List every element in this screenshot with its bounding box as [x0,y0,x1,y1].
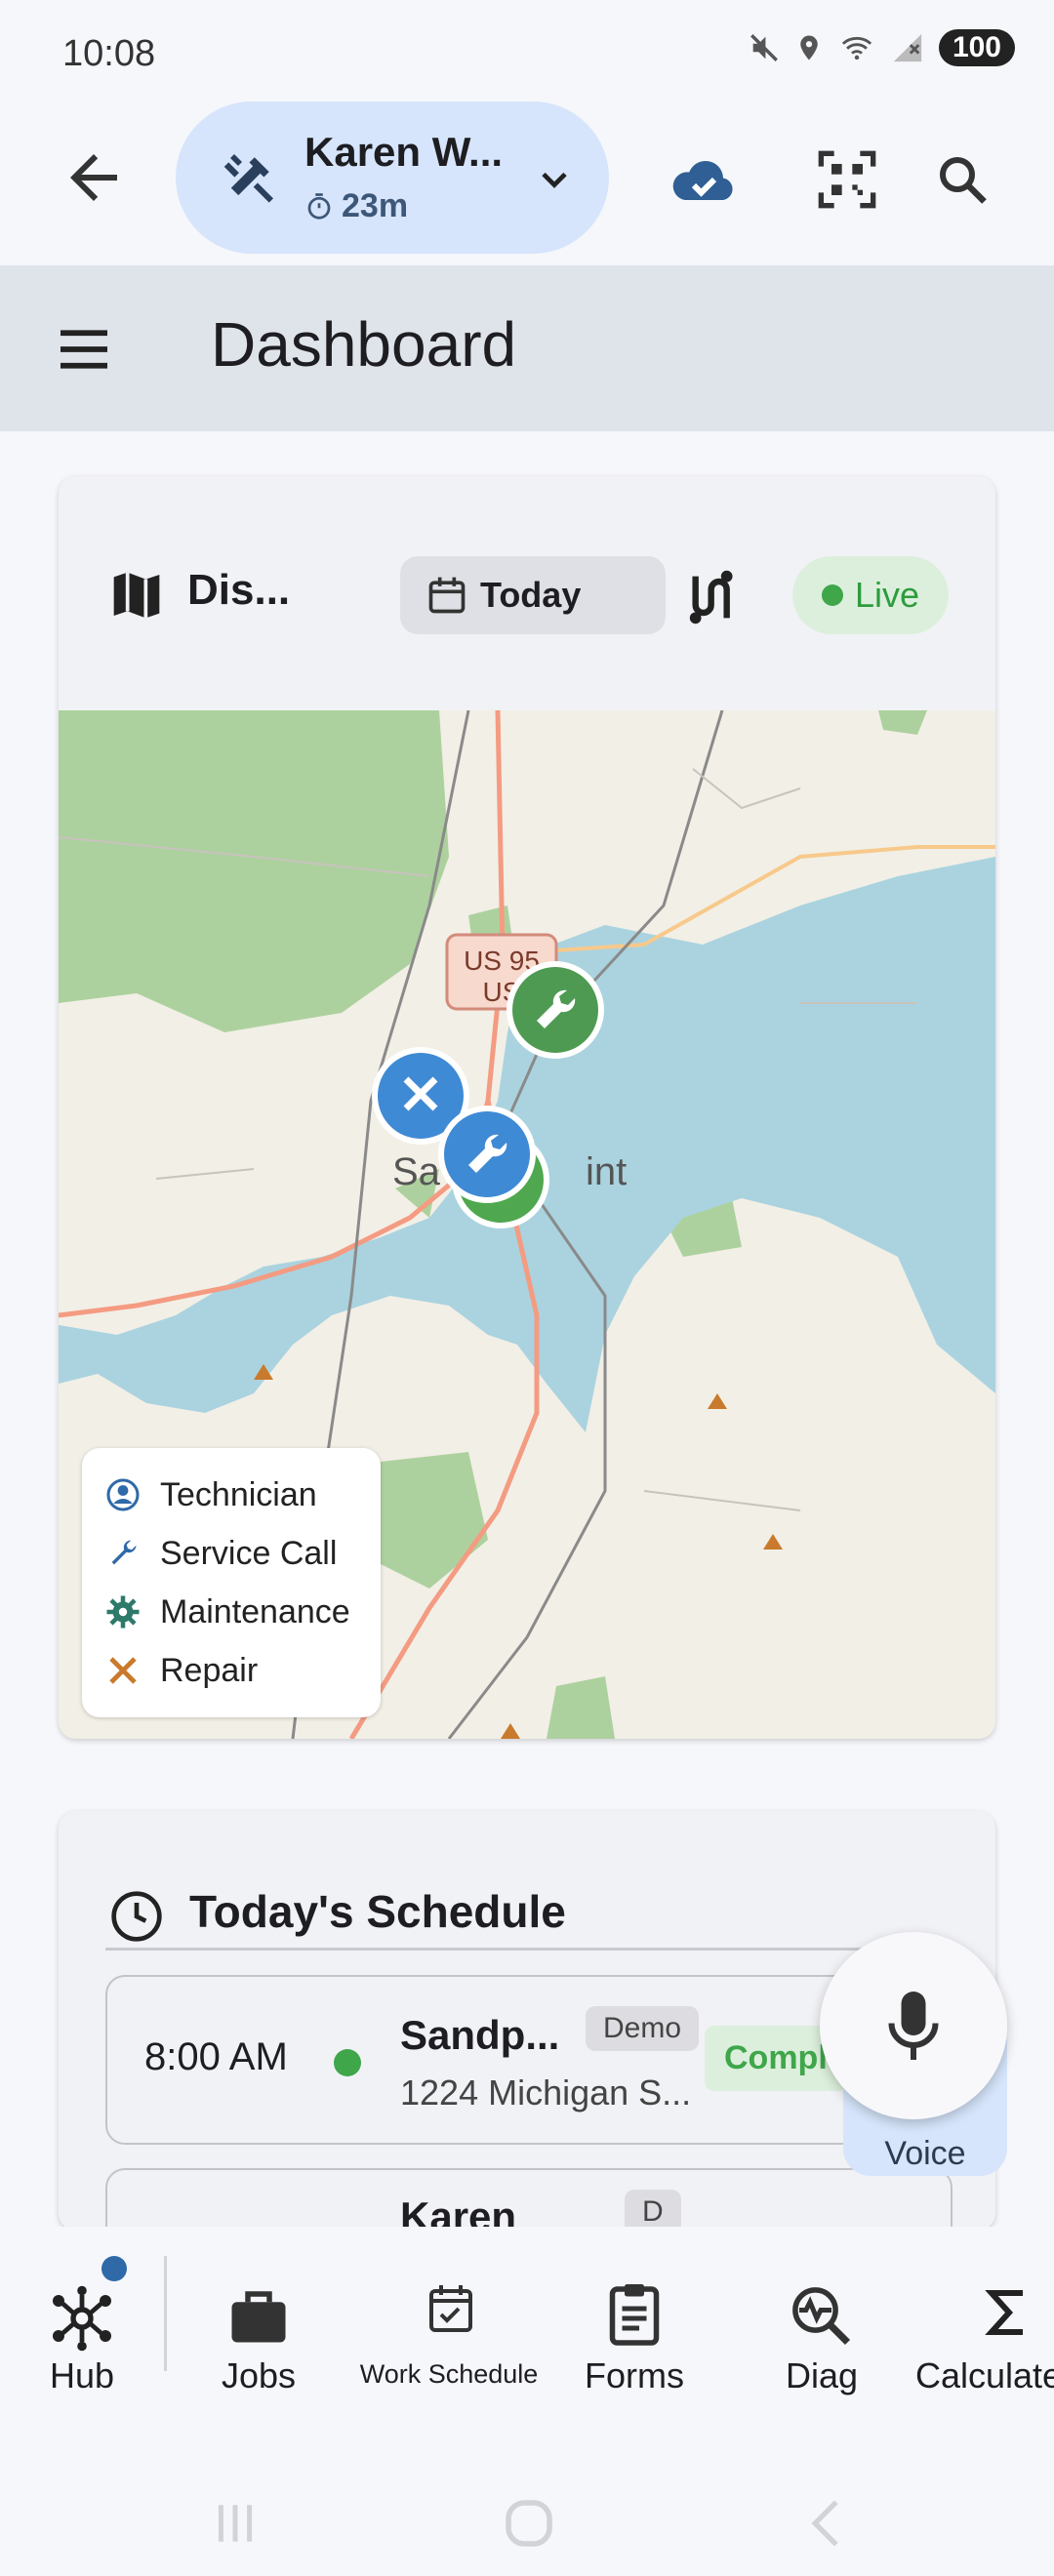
technician-selector-chip[interactable]: Karen W... 23m [176,101,609,254]
map-legend: Technician Service Call Maintenance Repa… [82,1448,381,1717]
dispatch-title: Dis... [187,566,291,614]
wrench-icon [111,1540,137,1565]
schedule-address: 1224 Michigan S... [400,2073,692,2113]
dashboard-bar: Dashboard [0,265,1054,431]
bottom-navigation: Hub Jobs Work Schedule Forms Diag Calcul… [0,2227,1054,2469]
dispatch-header: Dis... Today Live [59,476,995,710]
service-call-marker[interactable] [433,1101,541,1208]
technician-timer: 23m [304,187,408,225]
signal-icon [893,33,922,62]
legend-item-maintenance: Maintenance [105,1583,350,1641]
live-dot [821,584,843,606]
search-icon[interactable] [933,150,992,209]
live-label: Live [854,575,920,615]
legend-item-technician: Technician [105,1466,317,1524]
nav-label: Forms [585,2355,684,2395]
nav-hub[interactable]: Hub [0,2227,164,2422]
hammer-wrench-icon [223,154,273,203]
map-icon [113,572,160,619]
dispatch-map-card: Dis... Today Live US 95 US Sa int Techni… [59,476,995,1739]
schedule-title: Today's Schedule [189,1886,566,1937]
nav-jobs[interactable]: Jobs [185,2227,332,2422]
demo-badge: Demo [586,2006,700,2051]
nav-forms[interactable]: Forms [566,2227,703,2422]
menu-icon[interactable] [55,326,113,373]
nav-label: Work Schedule [359,2359,539,2389]
gear-icon [106,1595,140,1629]
nav-diag[interactable]: Diag [753,2227,890,2422]
legend-label: Repair [160,1651,259,1689]
status-dot [334,2049,361,2076]
live-status-chip[interactable]: Live [792,556,949,634]
sigma-icon [985,2290,1023,2335]
hub-icon [53,2285,111,2352]
cloud-sync-icon[interactable] [668,150,738,209]
briefcase-icon [231,2291,286,2343]
back-nav-icon[interactable] [806,2498,845,2549]
demo-badge: D [625,2190,681,2231]
clipboard-icon [609,2284,660,2346]
legend-item-repair: Repair [105,1641,258,1700]
schedule-customer: Sandp... [400,2012,560,2058]
mute-icon [750,34,778,61]
recent-apps-icon[interactable] [211,2498,260,2549]
clock-icon [111,1891,162,1942]
nav-label: Hub [49,2355,115,2395]
voice-label: Voice [884,2135,966,2172]
back-arrow-icon[interactable] [59,142,129,213]
wifi-icon [841,36,872,60]
service-call-marker[interactable] [502,956,609,1064]
city-label: int [586,1150,627,1193]
schedule-row[interactable]: Karen D [105,2168,953,2231]
microphone-icon [888,1992,939,2060]
hammer-wrench-icon [109,1657,137,1684]
qr-scan-icon[interactable] [816,148,878,211]
page-title: Dashboard [211,309,517,380]
timer-icon [307,192,331,220]
technician-name: Karen W... [304,129,504,175]
schedule-time: 8:00 AM [144,2035,288,2078]
voice-button[interactable] [820,1932,1007,2119]
legend-label: Technician [160,1475,317,1513]
legend-label: Service Call [160,1534,338,1572]
nav-calculate[interactable]: Calculate [915,2227,1054,2422]
date-filter-label: Today [480,575,582,615]
calendar-icon [428,577,466,614]
location-icon [800,35,818,60]
route-icon[interactable] [677,566,740,628]
nav-divider [164,2256,167,2371]
calendar-check-icon [429,2285,472,2332]
battery-indicator: 100 [938,29,1015,66]
diagnostic-icon [792,2287,851,2346]
chevron-down-icon [542,172,567,188]
timer-value: 23m [342,187,409,224]
nav-label: Jobs [221,2355,297,2395]
legend-label: Maintenance [160,1592,350,1630]
status-time: 10:08 [62,33,156,74]
nav-label: Calculate [915,2355,1054,2395]
divider [105,1948,949,1951]
legend-item-service-call: Service Call [105,1524,337,1583]
dispatch-map[interactable]: US 95 US Sa int Technician Service Call … [59,710,995,1739]
notification-dot [101,2256,127,2281]
nav-work-schedule[interactable]: Work Schedule [344,2227,554,2422]
schedule-customer: Karen [400,2194,517,2231]
date-filter-chip[interactable]: Today [400,556,666,634]
technician-icon [106,1478,140,1511]
nav-label: Diag [785,2355,859,2395]
home-icon[interactable] [502,2496,556,2551]
system-navigation [0,2469,1054,2576]
status-icons: 100 [748,29,1015,66]
